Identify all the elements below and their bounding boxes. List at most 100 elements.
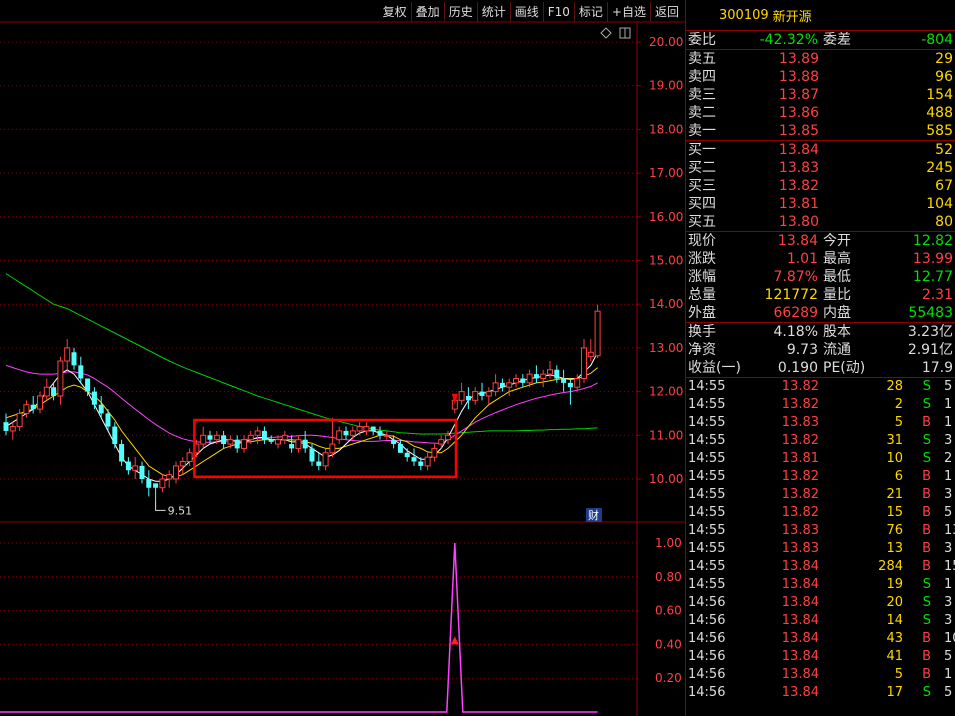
bid-volume: 67 [935,178,953,194]
tick-time: 14:55 [688,397,726,412]
tick-side: S [922,577,931,592]
tick-time: 14:55 [688,433,726,448]
quote-label: 最低 [823,269,851,285]
tick-volume: 17 [886,685,903,700]
quote-label: 现价 [688,233,716,249]
candle-body [349,430,356,436]
tick-row: 14:55 13.83 76 B 13 [686,522,955,540]
quote-value: 2.91亿 [907,342,953,358]
toolbar-button[interactable]: 历史 [443,2,477,22]
toolbar-button[interactable]: 叠加 [410,2,444,22]
ask-row: 卖一 13.85 585 [686,122,955,140]
toolbar-button[interactable]: +自选 [606,2,650,22]
ask-row: 卖三 13.87 154 [686,86,955,104]
candle-body [78,365,84,379]
bid-price: 13.80 [778,214,819,230]
candle-body [227,439,234,445]
tick-volume: 5 [894,415,903,430]
kline-chart[interactable]: 20.00 19.00 18.00 17.00 16.00 15.00 14.00 13.00… [0,0,685,716]
candle-body [526,373,533,384]
toolbar-button[interactable]: 标记 [573,2,607,22]
candle-body [289,444,295,449]
tick-count: 5 [944,685,953,700]
candle-body [51,387,57,396]
tick-time: 14:56 [688,667,726,682]
tick-row: 14:55 13.84 284 B 15 [686,558,955,576]
indicator-tick-label: 0.80 [655,570,682,584]
tick-time: 14:56 [688,631,726,646]
ask-volume: 488 [926,105,953,121]
tick-time: 14:55 [688,559,726,574]
tick-time: 14:55 [688,505,726,520]
toolbar-button[interactable]: F10 [542,2,574,22]
bid-price: 13.83 [778,160,819,176]
price-tick-label: 20.00 [649,35,683,49]
quote-value: 3.23亿 [907,324,953,340]
bid-label: 买二 [688,160,716,176]
tick-price: 13.84 [781,631,819,646]
ask-label: 卖三 [688,87,716,103]
toolbar-button[interactable]: 返回 [649,2,683,22]
candle-body [295,439,302,449]
tick-time: 14:55 [688,523,726,538]
candle-body [506,382,513,388]
bid-price: 13.81 [778,196,819,212]
indicator-line [0,542,598,713]
ma5-line [5,352,599,482]
tick-list[interactable]: 14:55 13.82 28 S 5 14:55 13.82 2 S 1 14:55 13.83 5 B 1… [686,377,955,702]
candle-body [492,382,499,393]
candle-body [513,377,519,384]
price-tick-label: 10.00 [649,472,683,486]
candle-body [485,391,492,397]
toolbar-button[interactable]: 复权 [379,2,411,22]
tick-volume: 19 [886,577,903,592]
quote-label: 换手 [688,324,716,340]
tick-row: 14:56 13.84 17 S 5 [686,684,955,702]
bid-row: 买三 13.82 67 [686,177,955,195]
tick-count: 10 [944,631,955,646]
tick-volume: 15 [886,505,903,520]
tick-count: 15 [944,559,955,574]
ask-row: 卖四 13.88 96 [686,68,955,86]
candle-body [153,483,159,488]
quote-label: PE(动) [823,360,866,376]
tick-side: S [922,451,931,466]
bid-row: 买一 13.84 52 [686,141,955,159]
candle-body [98,404,104,414]
tick-count: 3 [944,541,953,556]
tick-row: 14:55 13.83 5 B 1 [686,414,955,432]
price-tick-label: 19.00 [649,79,683,93]
toolbar-button[interactable]: 画线 [509,2,543,22]
tick-volume: 14 [886,613,903,628]
candle-body [472,391,479,401]
quote-value: 17.9 [921,360,953,376]
kline-chart-area[interactable]: 20.00 19.00 18.00 17.00 16.00 15.00 14.00 13.00… [0,0,685,716]
ask-price: 13.88 [778,69,819,85]
tick-side: S [922,613,931,628]
tick-price: 13.84 [781,649,819,664]
candle-body [119,444,125,462]
tick-side: B [922,631,931,646]
bid-volume: 104 [926,196,953,212]
candle-body [37,395,43,410]
tick-price: 13.82 [781,487,819,502]
quote-value: 13.99 [912,251,953,267]
tick-count: 13 [944,523,955,538]
candle-body [499,382,505,388]
bid-row: 买四 13.81 104 [686,195,955,213]
tick-time: 14:55 [688,487,726,502]
candle-body [85,378,91,392]
tick-side: B [922,505,931,520]
candle-body [574,377,581,388]
candle-body [146,479,152,488]
tick-side: B [922,523,931,538]
candle-body [241,439,247,449]
candle-body [438,439,445,445]
toolbar-button[interactable]: 统计 [476,2,510,22]
candle-body [268,439,274,442]
tick-row: 14:55 13.82 28 S 5 [686,378,955,396]
ask-price: 13.89 [778,51,819,67]
candle-body [316,461,322,466]
stock-name: 新开源 [772,9,812,25]
order-diff-value: -804 [921,32,953,48]
